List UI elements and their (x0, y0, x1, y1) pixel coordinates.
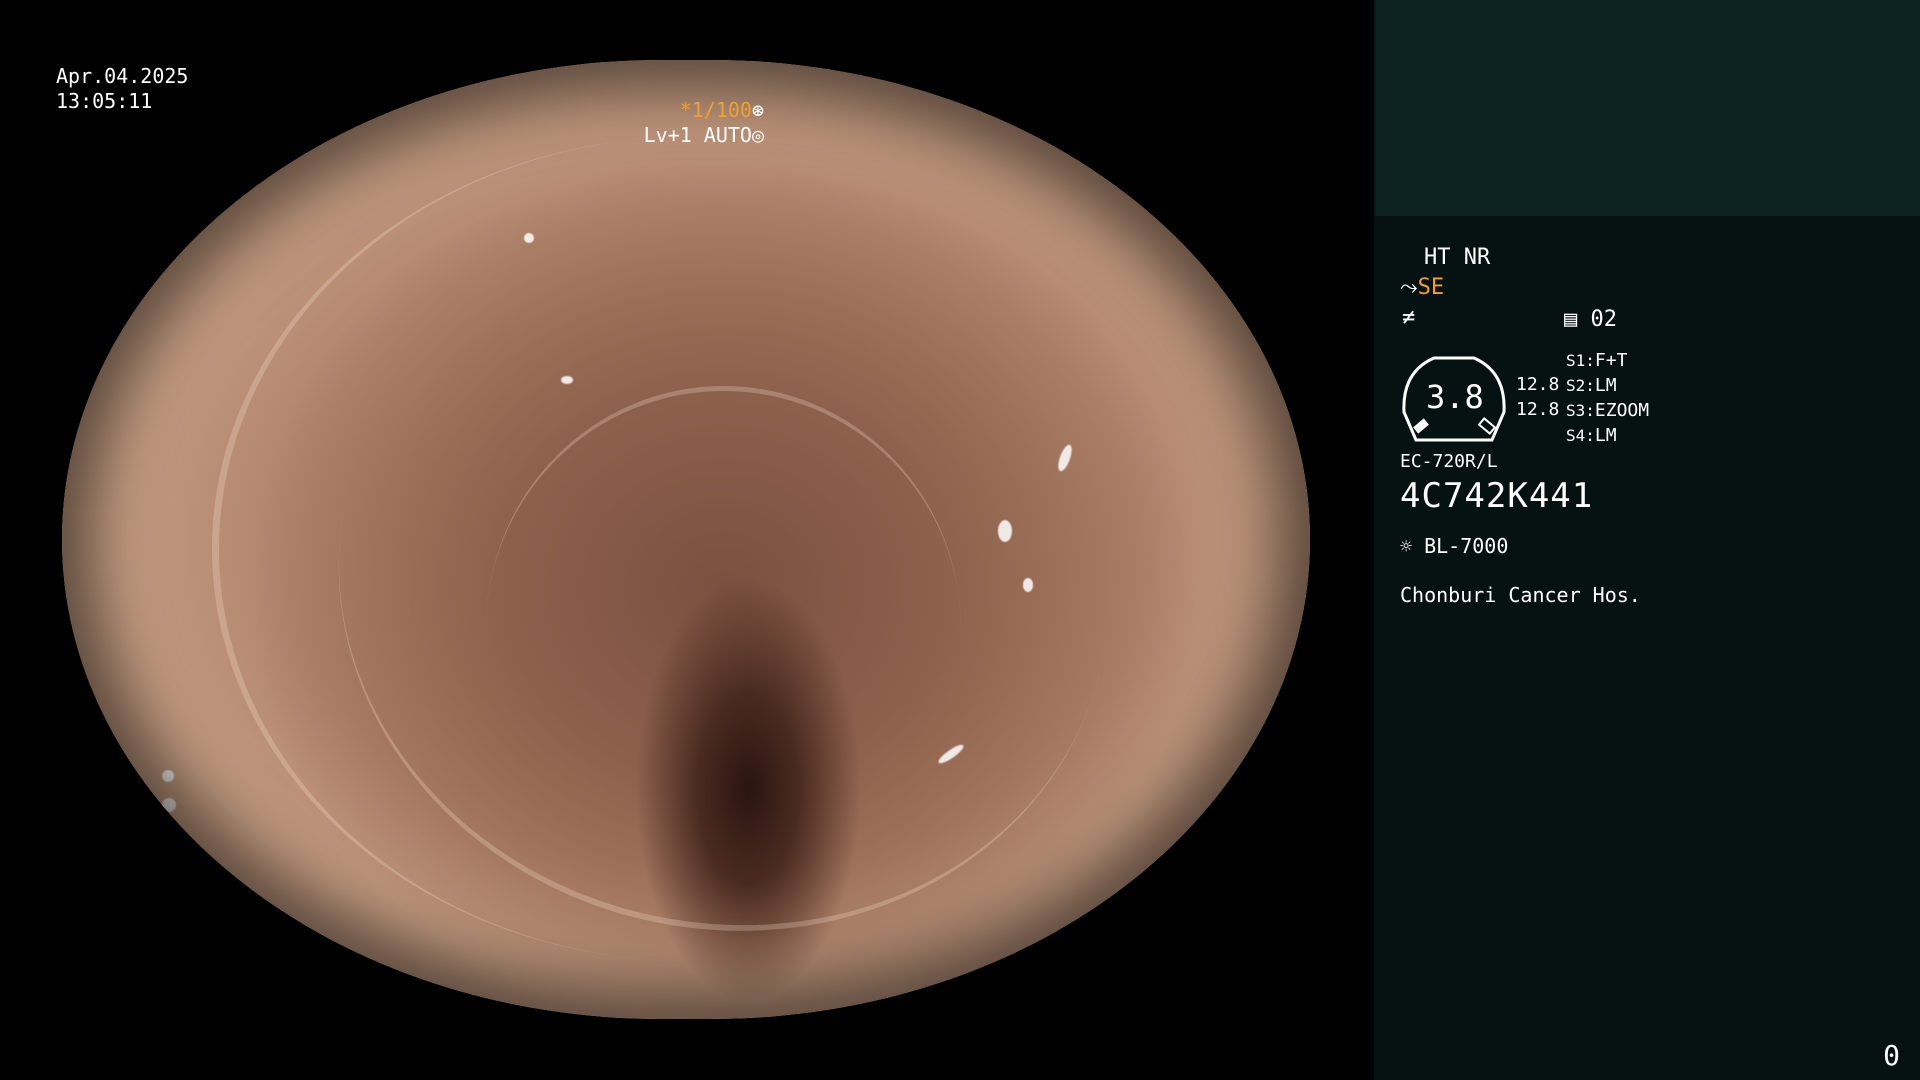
panel-header-block (1374, 0, 1920, 216)
switch-value: LM (1594, 375, 1617, 396)
time-text: 13:05:11 (56, 89, 153, 113)
scope-model: EC-720R/L (1400, 451, 1498, 472)
memory-card-icon: ▤ (1564, 307, 1578, 332)
switch-key: S1: (1566, 351, 1595, 370)
switch-value: EZOOM (1594, 400, 1650, 421)
ht-nr-mode: HT NR (1424, 245, 1491, 270)
not-equal-icon: ≠ (1402, 305, 1416, 330)
gauge-side-value-1: 12.8 (1516, 374, 1560, 395)
se-mode-text: SE (1417, 275, 1445, 300)
exposure-readout: *1/100⊛ Lv+1 AUTO◎ (644, 98, 764, 148)
light-source-text: BL-7000 (1424, 534, 1509, 558)
switch-value: F+T (1594, 350, 1628, 371)
date-text: Apr.04.2025 (56, 64, 189, 88)
brightness-level-text: Lv+1 AUTO (643, 123, 752, 147)
iris-icon: ◎ (751, 123, 764, 147)
scope-icon: ⤳ (1400, 275, 1418, 300)
scope-vignette (62, 60, 1310, 1019)
image-counter: ▤ 02 (1564, 306, 1617, 334)
se-mode: ⤳SE (1400, 274, 1444, 302)
gauge-value: 3.8 (1426, 378, 1484, 416)
gauge-side-values: 12.8 12.8 (1516, 372, 1559, 422)
switch-key: S4: (1566, 426, 1595, 445)
info-panel: HT NR ⤳SE ≠ ▤ 02 3.8 12.8 12.8 S1:F+T S2… (1374, 0, 1920, 1080)
aperture-icon: ⊛ (751, 98, 764, 122)
endoscope-viewport: Apr.04.2025 13:05:11 *1/100⊛ Lv+1 AUTO◎ (0, 0, 1374, 1080)
shutter-speed-text: *1/100 (679, 98, 752, 122)
switch-key: S3: (1566, 401, 1595, 420)
endoscopic-image (62, 60, 1310, 1019)
sun-icon: ☼ (1400, 534, 1413, 558)
gauge-side-value-2: 12.8 (1516, 399, 1560, 420)
gauge-marker-left (1413, 418, 1429, 434)
image-counter-value: 02 (1590, 307, 1618, 332)
scope-serial: 4C742K441 (1400, 476, 1594, 516)
switch-list: S1:F+T S2:LM S3:EZOOM S4:LM (1566, 348, 1649, 448)
datetime-readout: Apr.04.2025 13:05:11 (56, 64, 188, 114)
page-number: 0 (1883, 1039, 1900, 1072)
hospital-name: Chonburi Cancer Hos. (1400, 583, 1641, 607)
light-source: ☼ BL-7000 (1400, 532, 1508, 560)
switch-value: LM (1594, 425, 1617, 446)
switch-key: S2: (1566, 376, 1595, 395)
gauge-marker-right (1477, 417, 1497, 435)
